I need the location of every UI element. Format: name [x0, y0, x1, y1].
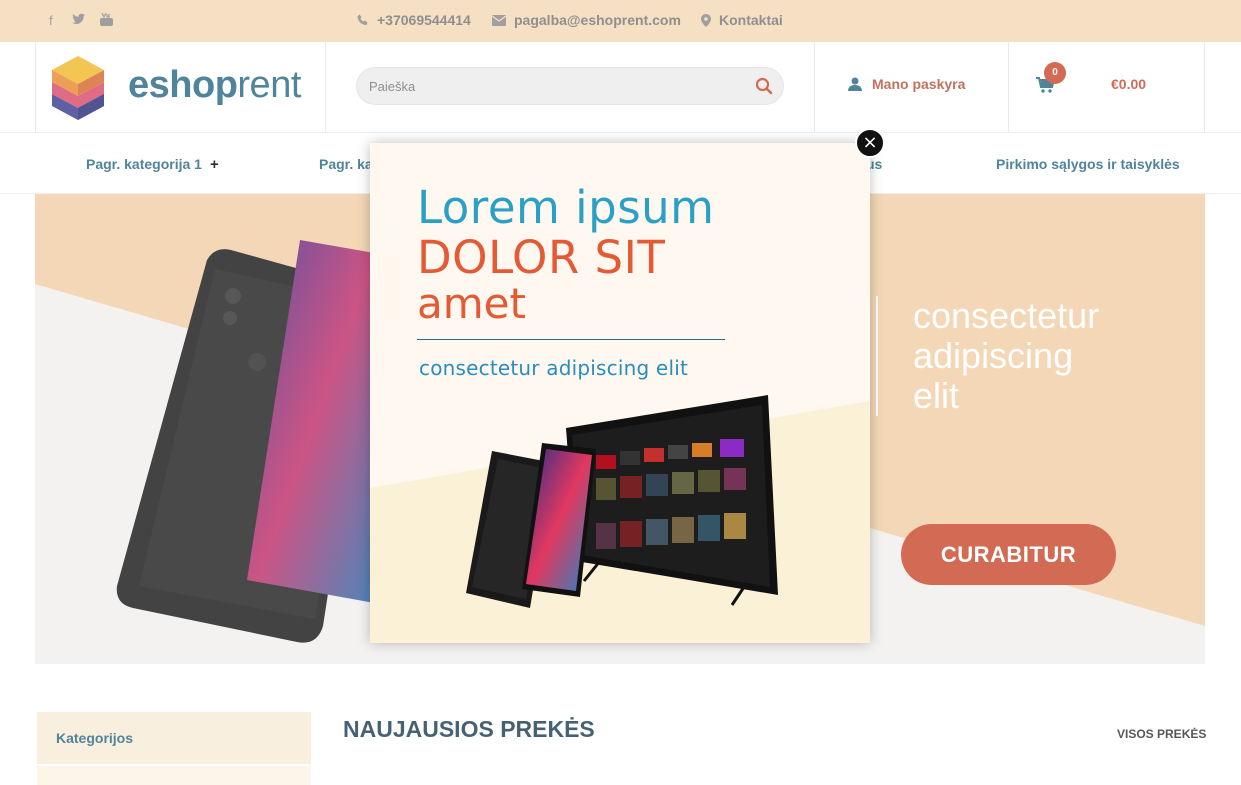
popup-heading-line-1: Lorem ipsum	[417, 181, 715, 234]
close-icon[interactable]: ×	[855, 128, 885, 158]
popup-heading-line-3: amet	[417, 279, 526, 328]
phone-image	[466, 443, 596, 608]
popup-heading-line-2: DOLOR SIT	[417, 231, 666, 284]
popup-divider	[417, 339, 725, 340]
promo-popup: Lorem ipsum DOLOR SIT amet consectetur a…	[370, 143, 870, 643]
popup-subtitle: consectetur adipiscing elit	[419, 356, 688, 380]
